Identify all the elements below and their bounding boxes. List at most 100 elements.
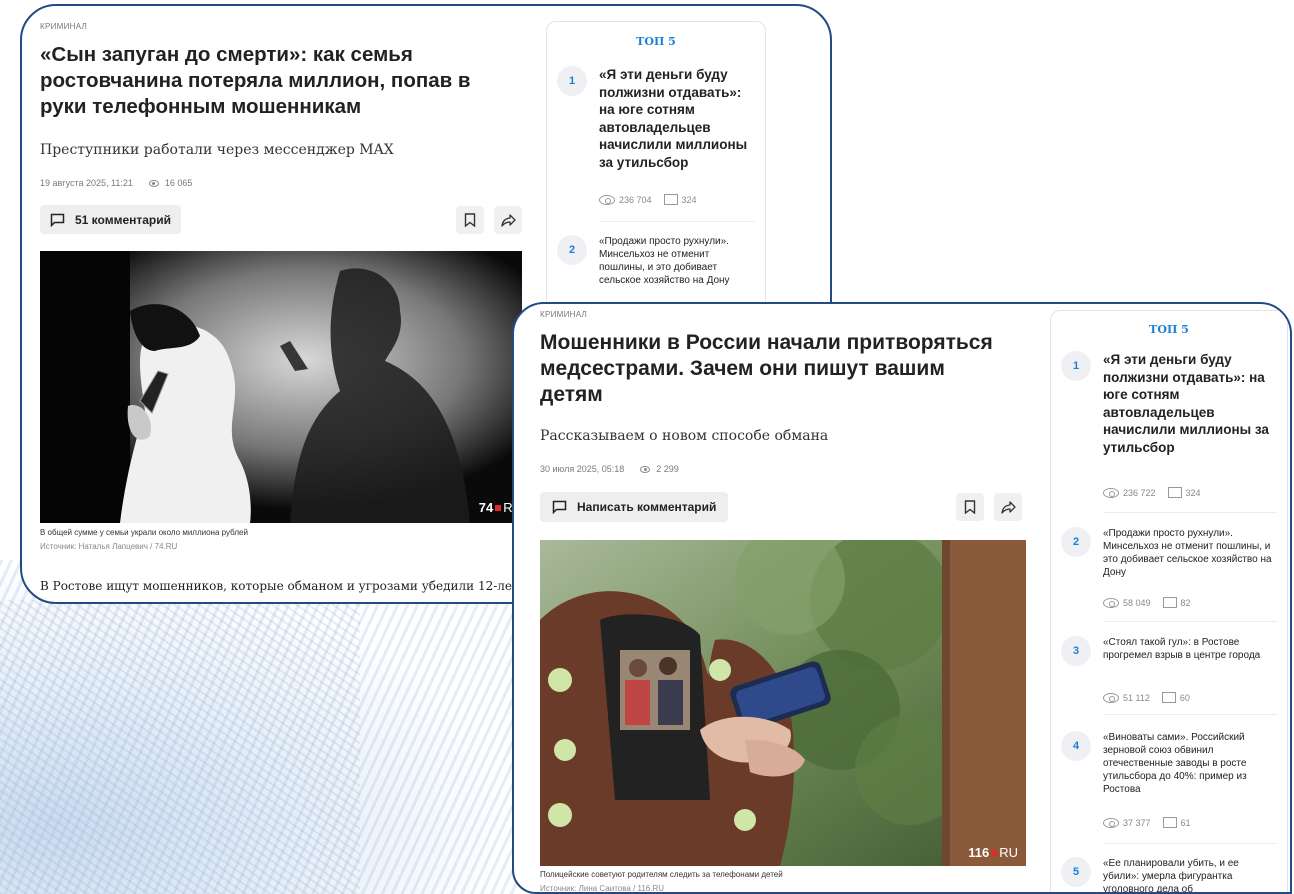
article-views: 16 065 — [164, 178, 193, 188]
top5-item-stats: 236 722 324 — [1103, 487, 1201, 498]
eye-icon — [148, 179, 159, 187]
views-count: 51 112 — [1123, 692, 1150, 703]
top5-item[interactable]: 1 «Я эти деньги буду полжизни отдавать»:… — [1061, 351, 1277, 501]
top5-heading: ТОП 5 — [1149, 323, 1189, 336]
top5-item-stats: 236 704 324 — [599, 194, 697, 205]
photo-illustration — [40, 251, 522, 523]
photo-caption: В общей сумме у семьи украли около милли… — [40, 528, 248, 537]
top5-item-stats: 37 377 61 — [1103, 817, 1191, 828]
top5-item-title[interactable]: «Продажи просто рухнули». Минсельхоз не … — [1103, 527, 1277, 579]
photo-illustration — [540, 540, 1026, 866]
eye-icon — [599, 194, 615, 205]
top5-item[interactable]: 3 «Стоял такой гул»: в Ростове прогремел… — [1061, 636, 1277, 708]
photo-caption: Полицейские советуют родителям следить з… — [540, 870, 783, 879]
top5-item-title[interactable]: «Ее планировали убить, и ее убили»: умер… — [1103, 857, 1277, 892]
eye-icon — [1103, 817, 1119, 828]
rank-badge: 3 — [1061, 636, 1091, 666]
top5-item-title[interactable]: «Продажи просто рухнули». Минсельхоз не … — [599, 235, 755, 287]
divider — [1103, 621, 1277, 622]
comment-icon — [1162, 817, 1177, 828]
comments-label: 51 комментарий — [75, 212, 172, 227]
rank-badge: 1 — [557, 66, 587, 96]
comments-button[interactable]: 51 комментарий — [40, 205, 182, 234]
rank-badge: 2 — [1061, 527, 1091, 557]
article-photo: 116 RU — [540, 540, 1026, 866]
article-title: «Сын запуган до смерти»: как семья росто… — [40, 43, 471, 118]
share-icon — [1000, 500, 1016, 514]
top5-item-title[interactable]: «Я эти деньги буду полжизни отдавать»: н… — [1103, 351, 1277, 456]
comments-count: 324 — [1185, 487, 1201, 498]
comment-icon — [50, 213, 65, 227]
comments-count: 82 — [1180, 597, 1191, 608]
article-date: 30 июля 2025, 05:18 — [540, 464, 625, 474]
comment-icon — [552, 500, 567, 514]
views-count: 58 049 — [1123, 597, 1151, 608]
article-title: Мошенники в России начали притворяться м… — [540, 331, 993, 406]
watermark-dot — [991, 849, 998, 856]
article-rubric[interactable]: КРИМИНАЛ — [40, 22, 87, 31]
top5-item[interactable]: 5 «Ее планировали убить, и ее убили»: ум… — [1061, 857, 1277, 892]
views-count: 236 704 — [619, 194, 652, 205]
bookmark-icon — [964, 500, 976, 514]
top5-item-stats: 58 049 82 — [1103, 597, 1191, 608]
top5-item-title[interactable]: «Стоял такой гул»: в Ростове прогремел в… — [1103, 636, 1277, 662]
photo-watermark: 116 RU — [968, 845, 1018, 860]
write-comment-button[interactable]: Написать комментарий — [540, 492, 729, 522]
comments-label: Написать комментарий — [577, 500, 717, 514]
share-button[interactable] — [494, 206, 522, 234]
rank-badge: 1 — [1061, 351, 1091, 381]
divider — [1103, 714, 1277, 715]
top5-item[interactable]: 4 «Виноваты сами». Российский зерновой с… — [1061, 731, 1277, 841]
share-button[interactable] — [994, 493, 1022, 521]
top5-item[interactable]: 2 «Продажи просто рухнули». Минсельхоз н… — [1061, 527, 1277, 622]
article-meta: 19 августа 2025, 11:21 16 065 — [40, 178, 192, 188]
photo-source: Источник: Наталья Лапцевич / 74.RU — [40, 542, 178, 551]
divider — [599, 221, 755, 222]
article-subtitle: Преступники работали через мессенджер MA… — [40, 142, 394, 158]
article-views: 2 299 — [656, 464, 679, 474]
article-date: 19 августа 2025, 11:21 — [40, 178, 133, 188]
bookmark-button[interactable] — [456, 206, 484, 234]
top5-item[interactable]: 1 «Я эти деньги буду полжизни отдавать»:… — [557, 66, 755, 211]
eye-icon — [1103, 692, 1119, 703]
eye-icon — [1103, 487, 1119, 498]
comments-count: 324 — [681, 194, 697, 205]
watermark-dot — [495, 504, 502, 511]
top5-sidebar: ТОП 5 1 «Я эти деньги буду полжизни отда… — [546, 21, 766, 321]
eye-icon — [1103, 597, 1119, 608]
top5-sidebar: ТОП 5 1 «Я эти деньги буду полжизни отда… — [1050, 310, 1288, 892]
eye-icon — [640, 465, 651, 473]
top5-item-title[interactable]: «Я эти деньги буду полжизни отдавать»: н… — [599, 66, 755, 171]
top5-item-title[interactable]: «Виноваты сами». Российский зерновой сою… — [1103, 731, 1277, 796]
comment-icon — [1161, 692, 1176, 703]
article-meta: 30 июля 2025, 05:18 2 299 — [540, 464, 679, 474]
watermark-ru: RU — [999, 845, 1018, 860]
background-texture-lines — [0, 600, 360, 894]
article-card-2: КРИМИНАЛ Мошенники в России начали притв… — [512, 302, 1292, 894]
article-photo: 74 RU — [40, 251, 522, 523]
photo-source: Источник: Лина Саитова / 116.RU — [540, 884, 665, 893]
watermark-number: 74 — [478, 500, 494, 515]
rank-badge: 5 — [1061, 857, 1091, 887]
views-count: 37 377 — [1123, 817, 1151, 828]
article-subtitle: Рассказываем о новом способе обмана — [540, 428, 829, 444]
top5-heading: ТОП 5 — [636, 35, 676, 48]
rank-badge: 2 — [557, 235, 587, 265]
divider — [1103, 512, 1277, 513]
comments-count: 61 — [1180, 817, 1191, 828]
comment-icon — [1162, 597, 1177, 608]
rank-badge: 4 — [1061, 731, 1091, 761]
comment-icon — [1167, 487, 1182, 498]
comments-count: 60 — [1179, 692, 1190, 703]
divider — [1103, 843, 1277, 844]
share-icon — [500, 213, 516, 227]
views-count: 236 722 — [1123, 487, 1156, 498]
top5-item[interactable]: 2 «Продажи просто рухнули». Минсельхоз н… — [557, 235, 755, 295]
top5-item-stats: 51 112 60 — [1103, 692, 1190, 703]
watermark-number: 116 — [968, 845, 990, 860]
article-rubric[interactable]: КРИМИНАЛ — [540, 310, 587, 319]
article-body: В Ростове ищут мошенников, которые обман… — [40, 579, 541, 593]
comment-icon — [663, 194, 678, 205]
bookmark-button[interactable] — [956, 493, 984, 521]
bookmark-icon — [464, 213, 476, 227]
